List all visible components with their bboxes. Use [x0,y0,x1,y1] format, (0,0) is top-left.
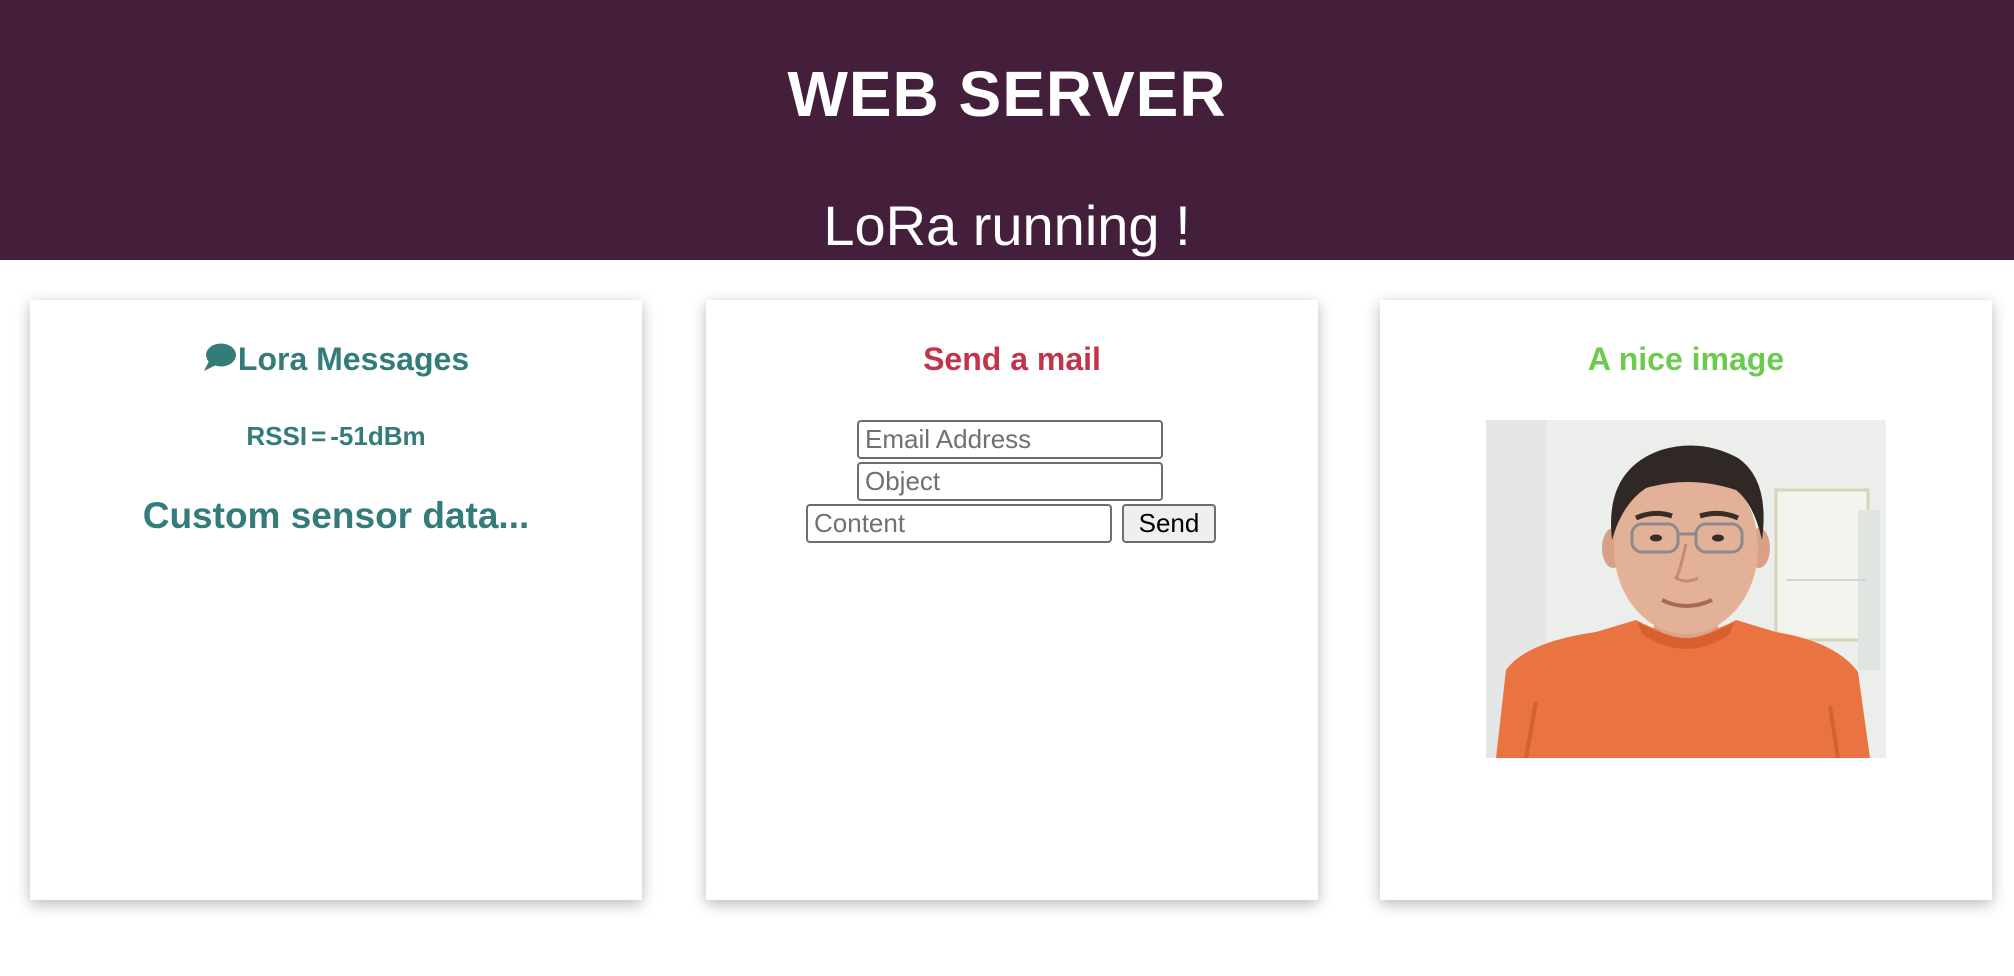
lora-messages-title: Lora Messages [237,341,470,377]
page-title: WEB SERVER [787,58,1227,130]
rssi-label: RSSI [246,421,308,451]
image-card: A nice image [1380,300,1992,900]
portrait-image [1486,420,1886,758]
header-banner: WEB SERVER LoRa running ! [0,0,2014,260]
rssi-readout: RSSI = -51dBm [30,420,642,452]
email-address-input[interactable] [857,420,1163,459]
send-mail-title: Send a mail [923,341,1101,377]
image-card-title: A nice image [1587,341,1785,377]
send-button[interactable]: Send [1122,504,1216,543]
lora-messages-heading: Lora Messages [30,340,642,378]
status-subtitle: LoRa running ! [823,194,1191,257]
rssi-value: -51dBm [330,421,426,451]
content-input[interactable] [806,504,1112,543]
lora-messages-card: Lora Messages RSSI = -51dBm Custom sensor … [30,300,642,900]
send-mail-card: Send a mail Send [706,300,1318,900]
rssi-separator: = [311,421,327,451]
chat-bubble-icon [203,343,236,371]
sensor-data-text: Custom sensor data... [142,495,530,536]
object-input[interactable] [857,462,1163,501]
